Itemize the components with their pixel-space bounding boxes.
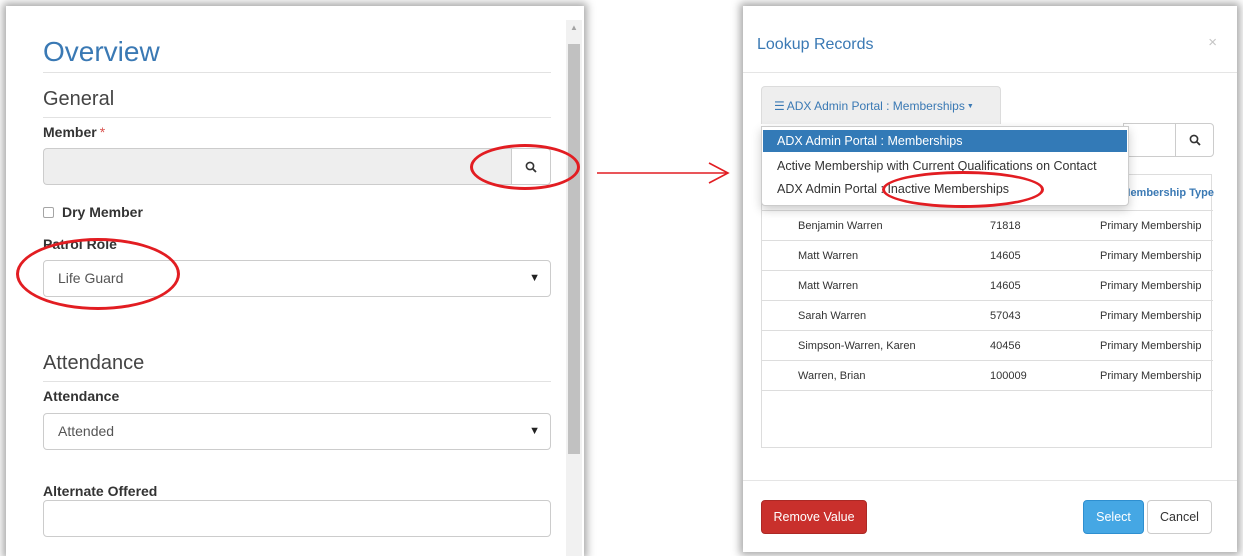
highlight-ellipse bbox=[882, 171, 1044, 208]
divider bbox=[43, 72, 551, 73]
scrollbar-thumb[interactable] bbox=[568, 44, 580, 454]
view-selector-button[interactable]: ☰ ADX Admin Portal : Memberships ▼ bbox=[761, 86, 1001, 124]
cell-number: 40456 bbox=[990, 340, 1021, 352]
highlight-ellipse bbox=[470, 144, 580, 190]
cell-type: Primary Membership bbox=[1100, 280, 1202, 292]
search-icon bbox=[1189, 134, 1201, 146]
caret-down-icon: ▼ bbox=[529, 272, 540, 284]
alternate-offered-input[interactable] bbox=[43, 500, 551, 537]
page-title: Overview bbox=[43, 36, 160, 67]
cell-name: Sarah Warren bbox=[798, 310, 867, 322]
list-icon: ☰ bbox=[774, 99, 785, 113]
arrow-right-icon bbox=[597, 162, 730, 184]
divider bbox=[43, 381, 551, 382]
cancel-button[interactable]: Cancel bbox=[1147, 500, 1212, 534]
cell-number: 14605 bbox=[990, 280, 1021, 292]
cell-name: Simpson-Warren, Karen bbox=[798, 340, 916, 352]
required-mark: * bbox=[99, 124, 106, 140]
scroll-up-icon[interactable]: ▲ bbox=[566, 20, 582, 36]
cell-name: Matt Warren bbox=[798, 250, 859, 262]
table-row[interactable]: Matt Warren 14605 Primary Membership bbox=[762, 241, 1213, 271]
table-row[interactable]: Simpson-Warren, Karen 40456 Primary Memb… bbox=[762, 331, 1213, 361]
divider bbox=[743, 72, 1237, 73]
modal-title: Lookup Records bbox=[757, 36, 874, 53]
attendance-label: Attendance bbox=[43, 388, 120, 404]
highlight-ellipse bbox=[16, 238, 180, 310]
section-title-attendance: Attendance bbox=[43, 352, 145, 374]
records-grid: Membership Type Benjamin Warren 71818 Pr… bbox=[761, 174, 1214, 448]
table-row[interactable]: Matt Warren 14605 Primary Membership bbox=[762, 271, 1213, 301]
column-header-membership-type[interactable]: Membership Type bbox=[1124, 175, 1214, 211]
cell-type: Primary Membership bbox=[1100, 340, 1202, 352]
vertical-scrollbar[interactable]: ▲ bbox=[566, 20, 582, 556]
dry-member-row: Dry Member bbox=[43, 202, 143, 222]
remove-value-button[interactable]: Remove Value bbox=[761, 500, 867, 534]
cell-number: 100009 bbox=[990, 370, 1027, 382]
attendance-select[interactable]: Attended ▼ bbox=[43, 413, 551, 450]
cell-name: Benjamin Warren bbox=[798, 220, 883, 232]
cell-type: Primary Membership bbox=[1100, 220, 1202, 232]
cell-name: Warren, Brian bbox=[798, 370, 866, 382]
table-row[interactable]: Warren, Brian 100009 Primary Membership bbox=[762, 361, 1213, 391]
close-icon[interactable]: × bbox=[1208, 34, 1217, 51]
divider bbox=[743, 480, 1237, 481]
cell-name: Matt Warren bbox=[798, 280, 859, 292]
divider bbox=[43, 117, 551, 118]
dropdown-item-memberships[interactable]: ADX Admin Portal : Memberships bbox=[763, 130, 1127, 152]
member-lookup-input[interactable] bbox=[43, 148, 511, 185]
cell-number: 71818 bbox=[990, 220, 1021, 232]
lookup-modal: Lookup Records × ☰ ADX Admin Portal : Mem… bbox=[743, 6, 1237, 552]
dry-member-checkbox[interactable] bbox=[43, 206, 54, 218]
panel-top-edge bbox=[6, 6, 584, 20]
cell-type: Primary Membership bbox=[1100, 310, 1202, 322]
dry-member-label: Dry Member bbox=[62, 204, 143, 220]
view-selector-label: ADX Admin Portal : Memberships bbox=[786, 99, 965, 113]
lookup-search-button[interactable] bbox=[1175, 123, 1214, 157]
caret-down-icon: ▼ bbox=[529, 425, 540, 437]
caret-down-icon: ▼ bbox=[966, 102, 974, 110]
section-title-general: General bbox=[43, 88, 115, 110]
cell-number: 57043 bbox=[990, 310, 1021, 322]
member-label: Member * bbox=[43, 124, 105, 140]
cell-type: Primary Membership bbox=[1100, 370, 1202, 382]
table-row[interactable]: Sarah Warren 57043 Primary Membership bbox=[762, 301, 1213, 331]
alternate-offered-label: Alternate Offered bbox=[43, 483, 158, 499]
select-button[interactable]: Select bbox=[1083, 500, 1144, 534]
attendance-value: Attended bbox=[58, 423, 115, 439]
cell-number: 14605 bbox=[990, 250, 1021, 262]
table-row[interactable]: Benjamin Warren 71818 Primary Membership bbox=[762, 211, 1213, 241]
cell-type: Primary Membership bbox=[1100, 250, 1202, 262]
member-label-text: Member bbox=[43, 124, 97, 140]
